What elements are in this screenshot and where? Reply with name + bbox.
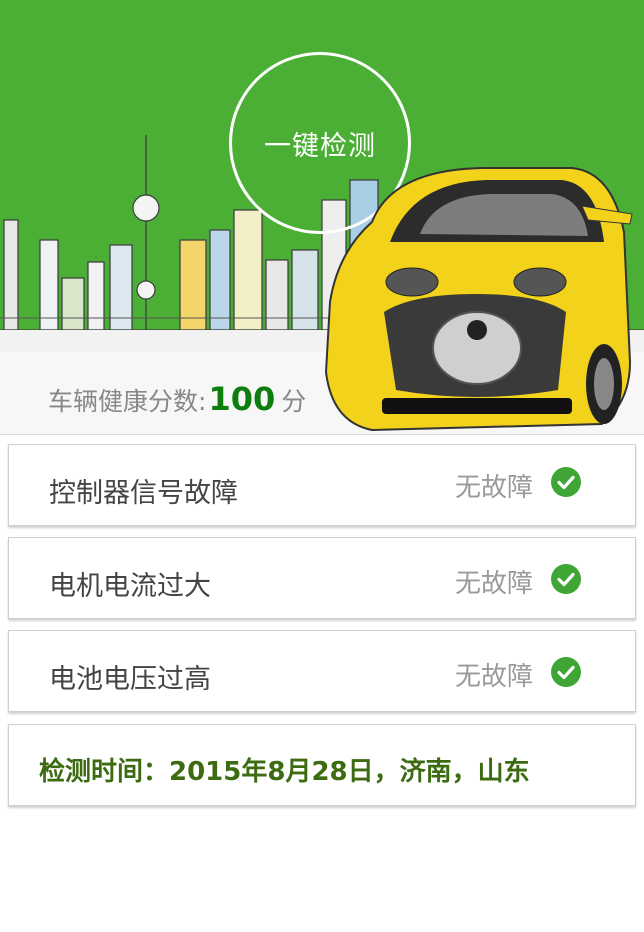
check-item-status: 无故障 <box>454 662 533 692</box>
health-score: 车辆健康分数: 100 分 <box>48 380 306 420</box>
check-item-status: 无故障 <box>454 569 533 599</box>
check-item-controller-signal: 控制器信号故障 无故障 <box>8 444 636 526</box>
health-score-value: 100 <box>208 380 276 418</box>
health-score-label: 车辆健康分数: <box>48 387 207 416</box>
check-item-title: 电机电流过大 <box>49 571 211 602</box>
check-circle-icon <box>551 657 581 687</box>
check-item-motor-current: 电机电流过大 无故障 <box>8 537 636 619</box>
health-score-unit: 分 <box>281 387 307 416</box>
electric-car-image <box>324 167 633 432</box>
check-circle-icon <box>551 467 581 497</box>
inspection-time-text: 检测时间：2015年8月28日，济南，山东 <box>39 757 530 787</box>
check-item-status: 无故障 <box>454 473 533 503</box>
check-item-battery-voltage: 电池电压过高 无故障 <box>8 630 636 712</box>
check-circle-icon <box>551 564 581 594</box>
check-item-title: 控制器信号故障 <box>49 478 238 509</box>
check-item-title: 电池电压过高 <box>49 664 211 695</box>
inspection-time-card: 检测时间：2015年8月28日，济南，山东 <box>8 724 636 806</box>
scan-button-label: 一键检测 <box>264 130 376 162</box>
